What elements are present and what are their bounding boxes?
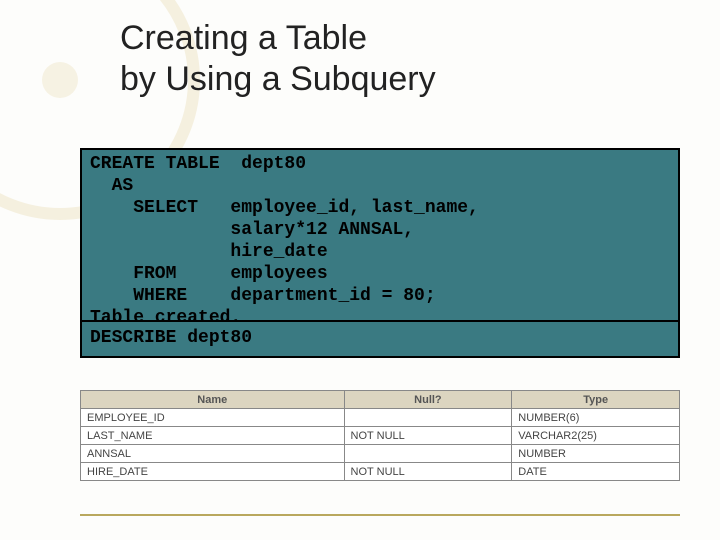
col-header-name: Name [81,391,345,409]
sql-create-table-box: CREATE TABLE dept80 AS SELECT employee_i… [80,148,680,336]
cell-null: NOT NULL [344,427,512,445]
cell-null [344,445,512,463]
code-line: WHERE department_id = 80; [90,286,670,308]
code-line: DESCRIBE dept80 [90,328,670,350]
code-line: CREATE TABLE dept80 [90,154,670,176]
col-header-type: Type [512,391,680,409]
table-header-row: Name Null? Type [81,391,680,409]
cell-type: NUMBER [512,445,680,463]
code-line: AS [90,176,670,198]
code-line: SELECT employee_id, last_name, [90,198,670,220]
cell-name: EMPLOYEE_ID [81,409,345,427]
table-row: EMPLOYEE_ID NUMBER(6) [81,409,680,427]
describe-output-table: Name Null? Type EMPLOYEE_ID NUMBER(6) LA… [80,390,680,481]
footer-rule [80,514,680,516]
cell-name: ANNSAL [81,445,345,463]
table-row: HIRE_DATE NOT NULL DATE [81,463,680,481]
code-line: hire_date [90,242,670,264]
cell-null [344,409,512,427]
cell-type: DATE [512,463,680,481]
cell-null: NOT NULL [344,463,512,481]
title-line-2: by Using a Subquery [120,60,436,98]
cell-name: LAST_NAME [81,427,345,445]
title-line-1: Creating a Table [120,19,367,57]
cell-type: VARCHAR2(25) [512,427,680,445]
sql-describe-box: DESCRIBE dept80 [80,320,680,358]
cell-type: NUMBER(6) [512,409,680,427]
code-line: FROM employees [90,264,670,286]
table-row: LAST_NAME NOT NULL VARCHAR2(25) [81,427,680,445]
table-row: ANNSAL NUMBER [81,445,680,463]
slide-title: Creating a Table by Using a Subquery [120,18,660,100]
cell-name: HIRE_DATE [81,463,345,481]
col-header-null: Null? [344,391,512,409]
code-line: salary*12 ANNSAL, [90,220,670,242]
